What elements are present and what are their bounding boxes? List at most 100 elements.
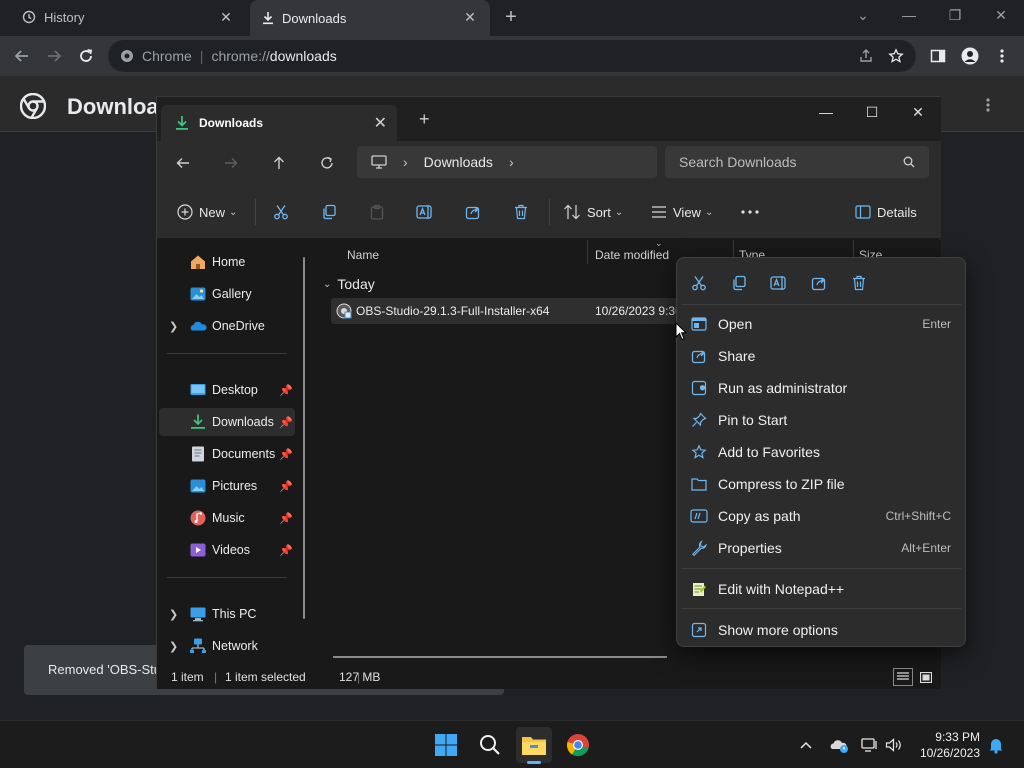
chrome-app[interactable]: [560, 727, 596, 763]
sidebar-item-this-pc[interactable]: ❯ This PC: [159, 600, 295, 628]
sidebar-item-gallery[interactable]: Gallery: [159, 280, 295, 308]
notification-bell-icon[interactable]: [986, 735, 1006, 755]
divider[interactable]: [587, 240, 588, 264]
forward-icon[interactable]: [221, 153, 241, 173]
menu-item-run-as-admin[interactable]: Run as administrator: [681, 372, 961, 404]
sidebar-item-downloads[interactable]: Downloads 📌: [159, 408, 295, 436]
horizontal-scrollbar[interactable]: [333, 656, 667, 658]
column-header-name[interactable]: Name: [347, 248, 379, 262]
chrome-menu-icon[interactable]: [990, 44, 1014, 68]
file-row[interactable]: OBS-Studio-29.1.3-Full-Installer-x64 10/…: [331, 298, 691, 324]
back-icon[interactable]: [173, 153, 193, 173]
details-view-icon[interactable]: [893, 668, 913, 686]
rename-icon[interactable]: [413, 200, 437, 224]
minimize-icon[interactable]: —: [886, 0, 932, 32]
new-button[interactable]: New ⌄: [177, 202, 237, 222]
search-button[interactable]: [472, 727, 508, 763]
menu-item-pin-to-start[interactable]: Pin to Start: [681, 404, 961, 436]
tray-chevron-up-icon[interactable]: [796, 735, 816, 755]
pin-icon[interactable]: 📌: [279, 416, 293, 429]
refresh-icon[interactable]: [317, 153, 337, 173]
breadcrumb-chevron-icon[interactable]: ›: [509, 154, 514, 170]
file-explorer-app[interactable]: [516, 727, 552, 764]
close-tab-icon[interactable]: ✕: [462, 9, 478, 25]
paste-icon[interactable]: [365, 200, 389, 224]
delete-icon[interactable]: [848, 272, 870, 294]
explorer-new-tab-button[interactable]: +: [419, 109, 430, 130]
cut-icon[interactable]: [688, 272, 710, 294]
network-status-icon[interactable]: [860, 735, 880, 755]
sidebar-item-pictures[interactable]: Pictures 📌: [159, 472, 295, 500]
pin-icon[interactable]: 📌: [279, 544, 293, 557]
explorer-tab-downloads[interactable]: Downloads ✕: [161, 105, 397, 141]
chevron-right-icon[interactable]: ❯: [169, 320, 178, 333]
maximize-icon[interactable]: ☐: [849, 97, 895, 129]
pin-icon[interactable]: 📌: [279, 512, 293, 525]
rename-icon[interactable]: [768, 272, 790, 294]
tab-downloads[interactable]: Downloads ✕: [250, 0, 490, 36]
cut-icon[interactable]: [269, 200, 293, 224]
volume-icon[interactable]: [884, 735, 904, 755]
menu-item-open[interactable]: Open Enter: [681, 308, 961, 340]
new-tab-button[interactable]: +: [500, 7, 522, 29]
chevron-right-icon[interactable]: ❯: [169, 640, 178, 653]
search-input[interactable]: Search Downloads: [665, 146, 929, 178]
close-window-icon[interactable]: ✕: [978, 0, 1024, 32]
sort-button[interactable]: Sort ⌄: [563, 202, 623, 222]
up-icon[interactable]: [269, 153, 289, 173]
forward-icon[interactable]: [42, 44, 66, 68]
menu-item-copy-as-path[interactable]: Copy as path Ctrl+Shift+C: [681, 500, 961, 532]
sidebar-scrollbar[interactable]: [303, 257, 305, 619]
omnibox[interactable]: Chrome | chrome:// downloads: [108, 40, 916, 72]
chevron-right-icon[interactable]: ❯: [169, 608, 178, 621]
group-header-today[interactable]: ⌄ Today: [323, 276, 375, 292]
downloads-menu-icon[interactable]: [986, 97, 990, 113]
sidebar-item-desktop[interactable]: Desktop 📌: [159, 376, 295, 404]
clock-date[interactable]: 10/26/2023: [920, 746, 980, 760]
bookmark-star-icon[interactable]: [888, 48, 904, 64]
see-more-button[interactable]: [741, 202, 759, 222]
share-page-icon[interactable]: [858, 48, 874, 64]
close-tab-icon[interactable]: ✕: [218, 9, 234, 25]
details-button[interactable]: Details: [855, 202, 917, 222]
sidebar-item-onedrive[interactable]: ❯ OneDrive: [159, 312, 295, 340]
close-tab-icon[interactable]: ✕: [374, 113, 387, 133]
delete-icon[interactable]: [509, 200, 533, 224]
menu-item-share[interactable]: Share: [681, 340, 961, 372]
group-header-label: Today: [337, 276, 375, 292]
restore-icon[interactable]: ❐: [932, 0, 978, 32]
onedrive-sync-icon[interactable]: [829, 735, 849, 755]
sidebar-item-documents[interactable]: Documents 📌: [159, 440, 295, 468]
menu-item-compress-zip[interactable]: Compress to ZIP file: [681, 468, 961, 500]
menu-item-add-to-favorites[interactable]: Add to Favorites: [681, 436, 961, 468]
column-header-date[interactable]: Date modified: [595, 248, 669, 262]
pin-icon[interactable]: 📌: [279, 480, 293, 493]
menu-item-properties[interactable]: Properties Alt+Enter: [681, 532, 961, 564]
start-button[interactable]: [428, 727, 464, 763]
share-icon[interactable]: [461, 200, 485, 224]
sidebar-item-music[interactable]: Music 📌: [159, 504, 295, 532]
pin-icon[interactable]: 📌: [279, 448, 293, 461]
explorer-address-bar[interactable]: › Downloads ›: [357, 146, 657, 178]
side-panel-icon[interactable]: [926, 44, 950, 68]
pin-icon[interactable]: 📌: [279, 384, 293, 397]
tab-history[interactable]: History ✕: [10, 0, 246, 34]
clock-time[interactable]: 9:33 PM: [935, 730, 980, 744]
share-icon[interactable]: [808, 272, 830, 294]
tab-search-icon[interactable]: ⌄: [840, 0, 886, 32]
menu-item-show-more-options[interactable]: Show more options: [681, 614, 961, 646]
menu-item-edit-notepad[interactable]: Edit with Notepad++: [681, 573, 961, 605]
sidebar-item-network[interactable]: ❯ Network: [159, 632, 295, 660]
breadcrumb-downloads[interactable]: Downloads: [424, 154, 493, 170]
view-button[interactable]: View ⌄: [651, 202, 713, 222]
back-icon[interactable]: [10, 44, 34, 68]
copy-icon[interactable]: [317, 200, 341, 224]
copy-icon[interactable]: [728, 272, 750, 294]
profile-avatar-icon[interactable]: [958, 44, 982, 68]
sidebar-item-home[interactable]: Home: [159, 248, 295, 276]
sidebar-item-videos[interactable]: Videos 📌: [159, 536, 295, 564]
tiles-view-icon[interactable]: [917, 668, 935, 686]
minimize-icon[interactable]: —: [803, 97, 849, 129]
close-window-icon[interactable]: ✕: [895, 97, 941, 129]
reload-icon[interactable]: [74, 44, 98, 68]
